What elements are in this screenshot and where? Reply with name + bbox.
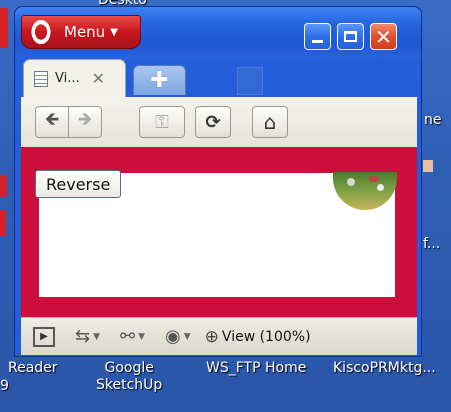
home-button[interactable]: ⌂ bbox=[252, 106, 288, 138]
new-tab-button[interactable]: ✚ bbox=[133, 65, 186, 95]
minimize-button[interactable] bbox=[304, 23, 331, 50]
chevron-down-icon: ▼ bbox=[138, 331, 146, 342]
reload-button[interactable]: ⟳ bbox=[195, 106, 231, 138]
navigation-toolbar: 🡸 🡺 ⚿ ⟳ ⌂ bbox=[21, 97, 417, 147]
zoom-control[interactable]: ⊕ View (100%) bbox=[205, 327, 311, 347]
desktop-icon-fragment bbox=[0, 8, 8, 48]
tab-active[interactable]: Vi... ✕ bbox=[23, 59, 126, 97]
plus-icon: ✚ bbox=[150, 67, 169, 93]
desktop-icon-google-sketchup-label[interactable]: Google SketchUp bbox=[96, 360, 162, 394]
chevron-down-icon: ▼ bbox=[93, 331, 101, 342]
play-icon: ▶ bbox=[40, 331, 48, 342]
panel-toggle-button[interactable]: ▶ bbox=[33, 326, 55, 347]
page-icon bbox=[34, 70, 48, 87]
key-icon: ⚿ bbox=[155, 111, 169, 133]
reload-icon: ⟳ bbox=[205, 111, 221, 133]
back-arrow-icon: 🡸 bbox=[44, 109, 60, 130]
forward-arrow-icon: 🡺 bbox=[77, 109, 93, 130]
desktop-icon-ws-ftp-label[interactable]: WS_FTP Home bbox=[206, 360, 306, 377]
desktop-icon-fragment bbox=[0, 210, 6, 236]
desktop-icon-fragment bbox=[423, 160, 433, 172]
network-icon: ⚯ bbox=[120, 326, 136, 347]
close-icon: ✕ bbox=[375, 24, 392, 49]
unite-dropdown[interactable]: ⚯ ▼ bbox=[120, 326, 145, 347]
home-icon: ⌂ bbox=[263, 110, 277, 134]
sync-dropdown[interactable]: ⇆ ▼ bbox=[75, 326, 100, 347]
desktop-label-right-top: ne bbox=[424, 112, 442, 128]
maximize-button[interactable] bbox=[337, 23, 364, 50]
title-bar[interactable]: Menu ▼ ✕ bbox=[15, 7, 421, 59]
chevron-down-icon: ▼ bbox=[183, 331, 191, 342]
turbo-icon: ◉ bbox=[165, 326, 181, 347]
trash-icon[interactable] bbox=[237, 67, 263, 95]
menu-label: Menu bbox=[64, 23, 106, 41]
desktop-icon-reader-label[interactable]: Reader bbox=[8, 360, 58, 377]
close-button[interactable]: ✕ bbox=[370, 23, 397, 50]
minimize-icon bbox=[312, 40, 323, 43]
sync-icon: ⇆ bbox=[75, 326, 91, 347]
status-bar: ▶ ⇆ ▼ ⚯ ▼ ◉ ▼ ⊕ View (100%) bbox=[21, 317, 417, 355]
desktop-icon-fragment bbox=[0, 175, 7, 197]
opera-browser-window: Menu ▼ ✕ Vi... ✕ ✚ 🡸 🡺 ⚿ ⟳ ⌂ Reverse ▶ ⇆… bbox=[14, 6, 422, 357]
page-content-area: Reverse bbox=[21, 147, 417, 317]
chevron-down-icon: ▼ bbox=[110, 26, 118, 38]
tab-title: Vi... bbox=[55, 71, 80, 86]
opera-menu-button[interactable]: Menu ▼ bbox=[21, 15, 141, 49]
opera-logo-icon bbox=[30, 18, 52, 46]
desktop-label-bottom-left-digit: 9 bbox=[0, 378, 9, 394]
turbo-dropdown[interactable]: ◉ ▼ bbox=[165, 326, 191, 347]
wand-key-button[interactable]: ⚿ bbox=[139, 106, 185, 138]
back-button[interactable]: 🡸 bbox=[35, 106, 69, 138]
forward-button[interactable]: 🡺 bbox=[68, 106, 102, 138]
zoom-icon: ⊕ bbox=[204, 326, 219, 347]
desktop-label-right-mid: f... bbox=[423, 236, 441, 252]
reverse-button[interactable]: Reverse bbox=[35, 170, 122, 198]
zoom-label: View (100%) bbox=[221, 328, 311, 345]
desktop-icon-kisco-label[interactable]: KiscoPRMktg... bbox=[333, 360, 436, 377]
tab-close-icon[interactable]: ✕ bbox=[92, 70, 105, 87]
maximize-icon bbox=[344, 31, 357, 42]
